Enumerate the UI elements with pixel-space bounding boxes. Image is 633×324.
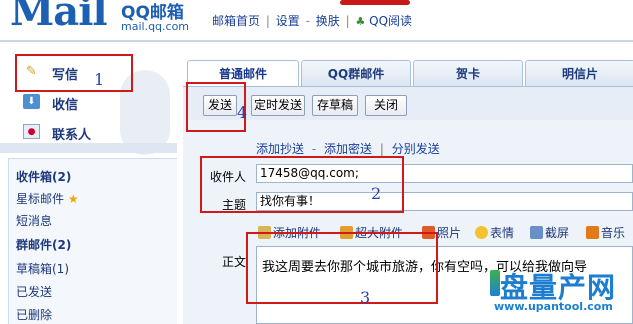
receive-action[interactable]: ⬇ 收信	[0, 90, 177, 116]
music-label[interactable]: 音乐	[601, 226, 625, 240]
folder-group-mail[interactable]: 群邮件(2)	[16, 236, 71, 253]
folder-deleted[interactable]: 已删除	[16, 306, 52, 323]
top-navigation: 邮箱首页 | 设置 - 换肤 | ♣ QQ阅读	[212, 12, 412, 29]
nav-mail-home[interactable]: 邮箱首页	[212, 14, 260, 28]
inbox-icon: ⬇	[23, 94, 40, 109]
nav-change-skin[interactable]: 换肤	[316, 14, 340, 28]
body-label: 正文	[222, 255, 247, 269]
add-cc-link[interactable]: 添加抄送	[256, 142, 304, 156]
nav-separator: |	[345, 14, 350, 28]
leaf-icon: ♣	[355, 15, 366, 28]
folder-starred[interactable]: 星标邮件 ★	[16, 190, 79, 207]
link-separator: |	[379, 142, 384, 156]
redacted-username	[340, 0, 410, 5]
emoji-label[interactable]: 表情	[490, 226, 514, 240]
add-bcc-link[interactable]: 添加密送	[324, 142, 372, 156]
compose-tabs: 普通邮件 QQ群邮件 贺卡 明信片	[183, 60, 633, 88]
link-separator: -	[311, 142, 317, 156]
app-header: Mail QQ邮箱 mail.qq.com 邮箱首页 | 设置 - 换肤 | ♣…	[0, 0, 633, 46]
annotation-box-1	[15, 54, 133, 92]
annotation-number-4: 4	[237, 103, 248, 122]
screenshot-icon	[530, 226, 543, 239]
folder-drafts[interactable]: 草稿箱(1)	[16, 260, 69, 277]
annotation-number-1: 1	[94, 70, 105, 89]
compose-toolbar: 发送 定时发送 存草稿 关闭	[183, 86, 633, 120]
nav-separator: |	[265, 14, 270, 28]
timed-send-button[interactable]: 定时发送	[251, 95, 305, 116]
nav-separator: -	[305, 14, 310, 28]
tab-qq-group-mail[interactable]: QQ群邮件	[301, 60, 411, 86]
screenshot-label[interactable]: 截屏	[545, 226, 569, 240]
logo-url: mail.qq.com	[121, 20, 190, 33]
sidebar-divider	[0, 143, 177, 153]
folder-sent[interactable]: 已发送	[16, 283, 52, 300]
folder-inbox[interactable]: 收件箱(2)	[16, 168, 71, 185]
annotation-number-3: 3	[360, 288, 371, 307]
recipient-options: 添加抄送 - 添加密送 | 分别发送	[256, 140, 440, 157]
header-divider	[0, 40, 633, 42]
nav-qq-reader[interactable]: QQ阅读	[369, 14, 412, 28]
watermark-url: www.upantool.com	[494, 300, 613, 313]
tab-greeting-card[interactable]: 贺卡	[413, 60, 523, 86]
nav-settings[interactable]: 设置	[276, 14, 300, 28]
receive-label[interactable]: 收信	[52, 94, 78, 113]
mail-logo[interactable]: Mail	[10, 0, 108, 35]
annotation-box-3	[246, 232, 438, 304]
close-button[interactable]: 关闭	[365, 95, 407, 116]
save-draft-button[interactable]: 存草稿	[312, 95, 358, 116]
contacts-label[interactable]: 联系人	[52, 124, 91, 143]
smiley-icon	[475, 226, 488, 239]
emoji-tool[interactable]: 表情	[475, 224, 514, 241]
star-icon: ★	[67, 192, 79, 206]
music-note-icon	[586, 226, 599, 239]
screenshot-tool[interactable]: 截屏	[530, 224, 569, 241]
music-tool[interactable]: 音乐	[586, 224, 625, 241]
site-watermark: 盘量产网 www.upantool.com	[490, 262, 633, 324]
folder-sms[interactable]: 短消息	[16, 212, 52, 229]
separate-send-link[interactable]: 分别发送	[392, 142, 440, 156]
annotation-number-2: 2	[371, 184, 382, 203]
contact-card-icon: ●	[23, 124, 40, 139]
photo-label[interactable]: 照片	[437, 226, 461, 240]
tab-postcard[interactable]: 明信片	[525, 60, 633, 86]
watermark-logo-icon	[490, 270, 500, 296]
folder-starred-label[interactable]: 星标邮件	[16, 192, 64, 206]
